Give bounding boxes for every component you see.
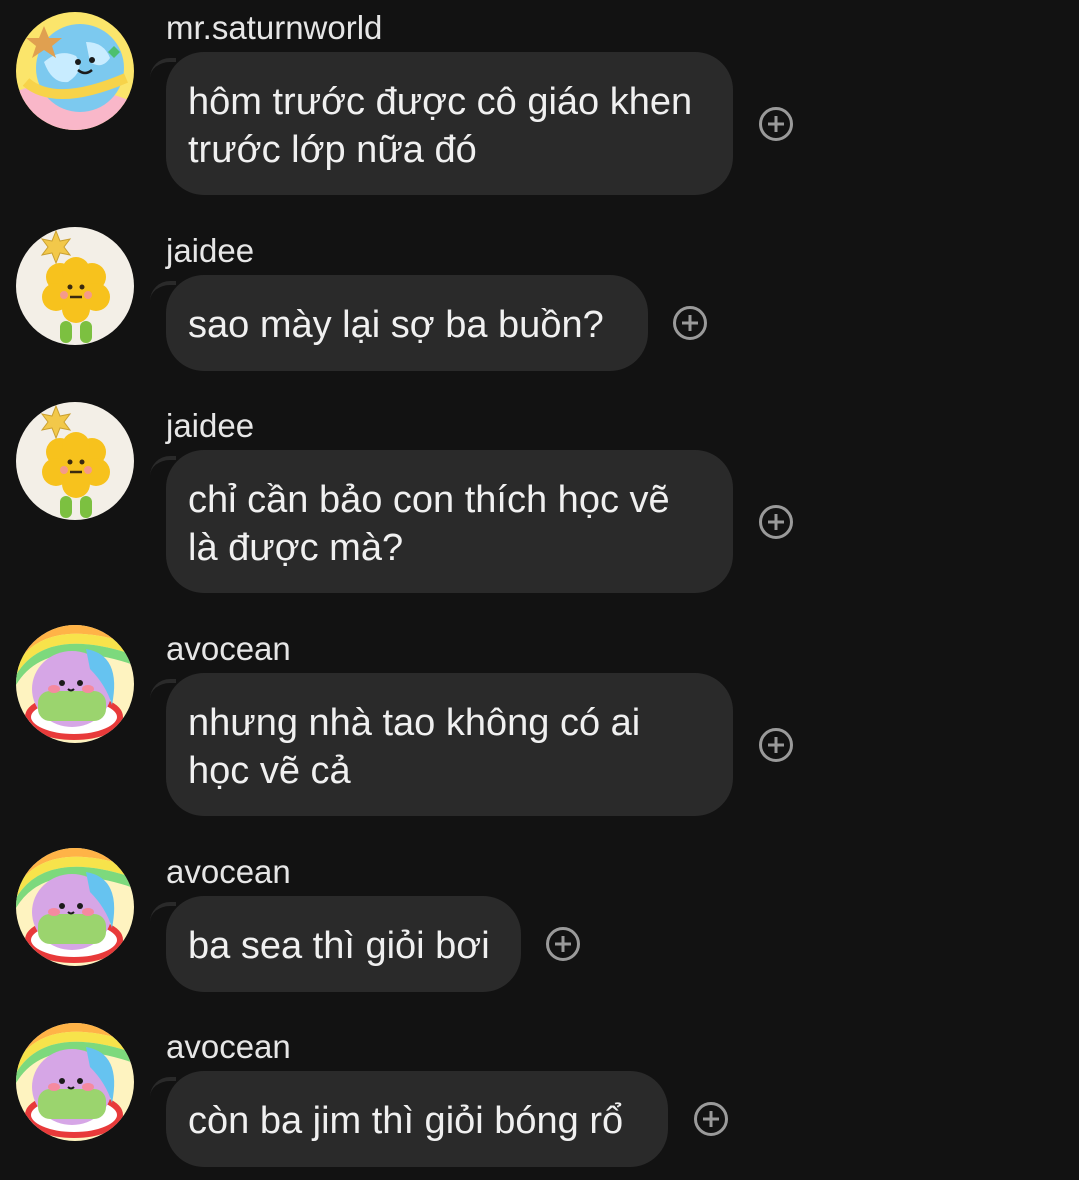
avatar[interactable] <box>16 12 134 130</box>
plus-circle-icon[interactable] <box>673 306 707 340</box>
plus-circle-icon[interactable] <box>759 505 793 539</box>
message-bubble[interactable]: ba sea thì giỏi bơi <box>166 896 521 992</box>
username[interactable]: avocean <box>166 629 291 669</box>
username[interactable]: jaidee <box>166 231 254 271</box>
avatar[interactable] <box>16 848 134 966</box>
username[interactable]: mr.saturnworld <box>166 8 382 48</box>
plus-circle-icon[interactable] <box>694 1102 728 1136</box>
username[interactable]: jaidee <box>166 406 254 446</box>
globe-avatar-icon <box>16 12 134 130</box>
plus-circle-icon[interactable] <box>759 107 793 141</box>
rainbow-blob-avatar-icon <box>16 848 134 966</box>
username[interactable]: avocean <box>166 852 291 892</box>
message-bubble[interactable]: sao mày lại sợ ba buồn? <box>166 275 648 371</box>
avatar[interactable] <box>16 625 134 743</box>
avatar[interactable] <box>16 1023 134 1141</box>
message-bubble[interactable]: còn ba jim thì giỏi bóng rổ <box>166 1071 668 1167</box>
message-bubble[interactable]: chỉ cần bảo con thích học vẽ là được mà? <box>166 450 733 593</box>
username[interactable]: avocean <box>166 1027 291 1067</box>
message-bubble[interactable]: nhưng nhà tao không có ai học vẽ cả <box>166 673 733 816</box>
plus-circle-icon[interactable] <box>546 927 580 961</box>
avatar[interactable] <box>16 402 134 520</box>
flower-cookie-avatar-icon <box>16 227 134 345</box>
rainbow-blob-avatar-icon <box>16 625 134 743</box>
plus-circle-icon[interactable] <box>759 728 793 762</box>
message-bubble[interactable]: hôm trước được cô giáo khen trước lớp nữ… <box>166 52 733 195</box>
rainbow-blob-avatar-icon <box>16 1023 134 1141</box>
avatar[interactable] <box>16 227 134 345</box>
flower-cookie-avatar-icon <box>16 402 134 520</box>
